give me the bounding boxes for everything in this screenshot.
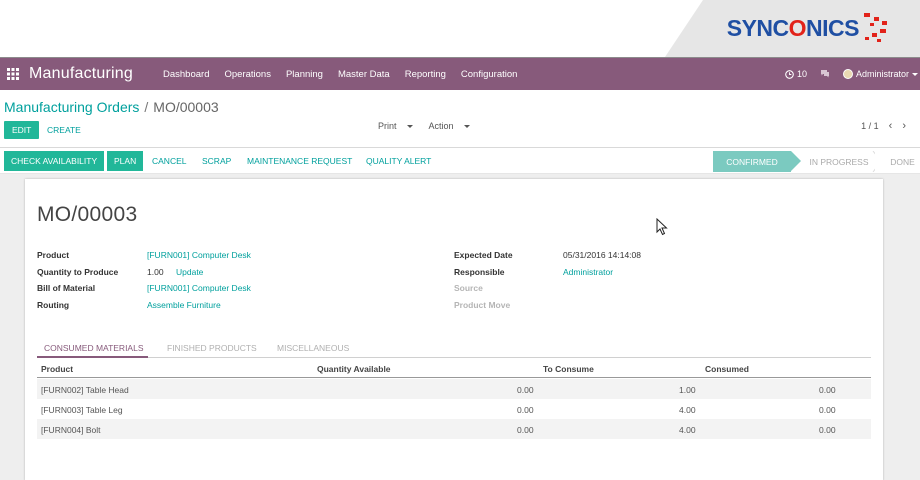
synconics-logo: SYNCONICS [727, 12, 890, 44]
print-dropdown[interactable]: Print [378, 121, 421, 131]
form-statusbar: CHECK AVAILABILITY PLAN CANCEL SCRAP MAI… [0, 149, 920, 174]
chevron-down-icon [406, 125, 413, 129]
responsible-label: Responsible [454, 267, 505, 277]
notebook-tabs: CONSUMED MATERIALS FINISHED PRODUCTS MIS… [37, 341, 871, 358]
form-sheet: MO/00003 Product [FURN001] Computer Desk… [25, 179, 883, 480]
document-title: MO/00003 [37, 203, 138, 226]
row-available: 0.00 [517, 425, 534, 435]
logo-text: SYNCONICS [726, 14, 860, 41]
table-row[interactable]: [FURN004] Bolt 0.00 4.00 0.00 [37, 419, 871, 439]
tab-consumed-materials[interactable]: CONSUMED MATERIALS [37, 341, 148, 358]
mouse-cursor-icon [656, 218, 668, 236]
plan-button[interactable]: PLAN [107, 151, 144, 171]
responsible-value[interactable]: Administrator [563, 267, 613, 277]
menu-master-data[interactable]: Master Data [338, 69, 390, 80]
column-quantity-available[interactable]: Quantity Available [317, 364, 391, 374]
app-window: Manufacturing Dashboard Operations Plann… [0, 57, 920, 480]
table-header: Product Quantity Available To Consume Co… [37, 360, 871, 378]
status-stages: CONFIRMED IN PROGRESS DONE [713, 151, 920, 172]
navbar-right: 10 Administrator [785, 58, 920, 90]
row-product: [FURN004] Bolt [41, 425, 101, 435]
row-product: [FURN003] Table Leg [41, 405, 123, 415]
breadcrumb: Manufacturing Orders / MO/00003 [4, 99, 219, 115]
action-dropdown[interactable]: Action [429, 121, 478, 131]
breadcrumb-parent[interactable]: Manufacturing Orders [4, 99, 139, 115]
top-banner: SYNCONICS [0, 0, 920, 57]
quality-alert-button[interactable]: QUALITY ALERT [362, 151, 435, 171]
control-panel: Manufacturing Orders / MO/00003 EDIT CREAT… [0, 90, 920, 148]
product-value[interactable]: [FURN001] Computer Desk [147, 250, 251, 260]
row-available: 0.00 [517, 405, 534, 415]
bom-value[interactable]: [FURN001] Computer Desk [147, 283, 251, 293]
quantity-label: Quantity to Produce [37, 267, 119, 277]
pager: 1 / 1 ‹ › [861, 120, 906, 132]
menu-operations[interactable]: Operations [224, 69, 270, 80]
update-quantity-button[interactable]: Update [176, 267, 203, 277]
menu-planning[interactable]: Planning [286, 69, 323, 80]
create-button[interactable]: CREATE [47, 121, 81, 139]
cancel-button[interactable]: CANCEL [148, 151, 190, 171]
quantity-value: 1.00 [147, 267, 164, 277]
row-consumed: 0.00 [819, 385, 836, 395]
row-product: [FURN002] Table Head [41, 385, 129, 395]
user-name: Administrator [855, 69, 909, 79]
product-label: Product [37, 250, 70, 260]
bom-label: Bill of Material [37, 283, 96, 293]
pager-value[interactable]: 1 / 1 [861, 121, 879, 131]
activity-count: 10 [796, 69, 807, 79]
stage-confirmed[interactable]: CONFIRMED [713, 151, 801, 172]
clock-icon [785, 69, 794, 79]
stage-in-progress[interactable]: IN PROGRESS [791, 151, 882, 172]
tab-finished-products[interactable]: FINISHED PRODUCTS [167, 341, 257, 358]
expected-date-label: Expected Date [454, 250, 513, 260]
row-to-consume: 4.00 [679, 425, 696, 435]
menu-configuration[interactable]: Configuration [461, 69, 518, 80]
logo-mark-icon [864, 13, 887, 42]
sidebar-actions: Print Action [378, 117, 486, 135]
row-to-consume: 1.00 [679, 385, 696, 395]
stage-done[interactable]: DONE [875, 151, 920, 172]
check-availability-button[interactable]: CHECK AVAILABILITY [4, 151, 105, 171]
column-to-consume[interactable]: To Consume [543, 364, 594, 374]
table-row[interactable]: [FURN002] Table Head 0.00 1.00 0.00 [37, 379, 871, 399]
source-label: Source [454, 283, 483, 293]
maintenance-request-button[interactable]: MAINTENANCE REQUEST [243, 151, 356, 171]
chevron-down-icon [912, 72, 918, 76]
menu-reporting[interactable]: Reporting [405, 69, 446, 80]
scrap-button[interactable]: SCRAP [198, 151, 235, 171]
pager-next-icon[interactable]: › [902, 120, 906, 132]
apps-menu-icon[interactable] [0, 58, 26, 90]
chat-icon[interactable] [820, 69, 830, 80]
user-menu[interactable]: Administrator [842, 69, 918, 79]
row-consumed: 0.00 [819, 425, 836, 435]
row-available: 0.00 [517, 385, 534, 395]
app-name[interactable]: Manufacturing [29, 65, 133, 83]
activity-badge[interactable]: 10 [785, 69, 807, 79]
column-product[interactable]: Product [41, 364, 73, 374]
row-to-consume: 4.00 [679, 405, 696, 415]
menu-dashboard[interactable]: Dashboard [163, 69, 209, 80]
chevron-down-icon [463, 125, 470, 129]
expected-date-value: 05/31/2016 14:14:08 [563, 250, 641, 260]
main-navbar: Manufacturing Dashboard Operations Plann… [0, 58, 920, 90]
routing-value[interactable]: Assemble Furniture [147, 300, 221, 310]
row-consumed: 0.00 [819, 405, 836, 415]
user-avatar [842, 69, 853, 79]
breadcrumb-separator: / [144, 99, 149, 115]
tab-miscellaneous[interactable]: MISCELLANEOUS [277, 341, 349, 358]
product-move-label: Product Move [454, 300, 511, 310]
routing-label: Routing [37, 300, 70, 310]
table-row[interactable]: [FURN003] Table Leg 0.00 4.00 0.00 [37, 399, 871, 419]
column-consumed[interactable]: Consumed [705, 364, 749, 374]
pager-previous-icon[interactable]: ‹ [889, 120, 893, 132]
edit-button[interactable]: EDIT [4, 121, 40, 139]
breadcrumb-current: MO/00003 [153, 99, 219, 115]
